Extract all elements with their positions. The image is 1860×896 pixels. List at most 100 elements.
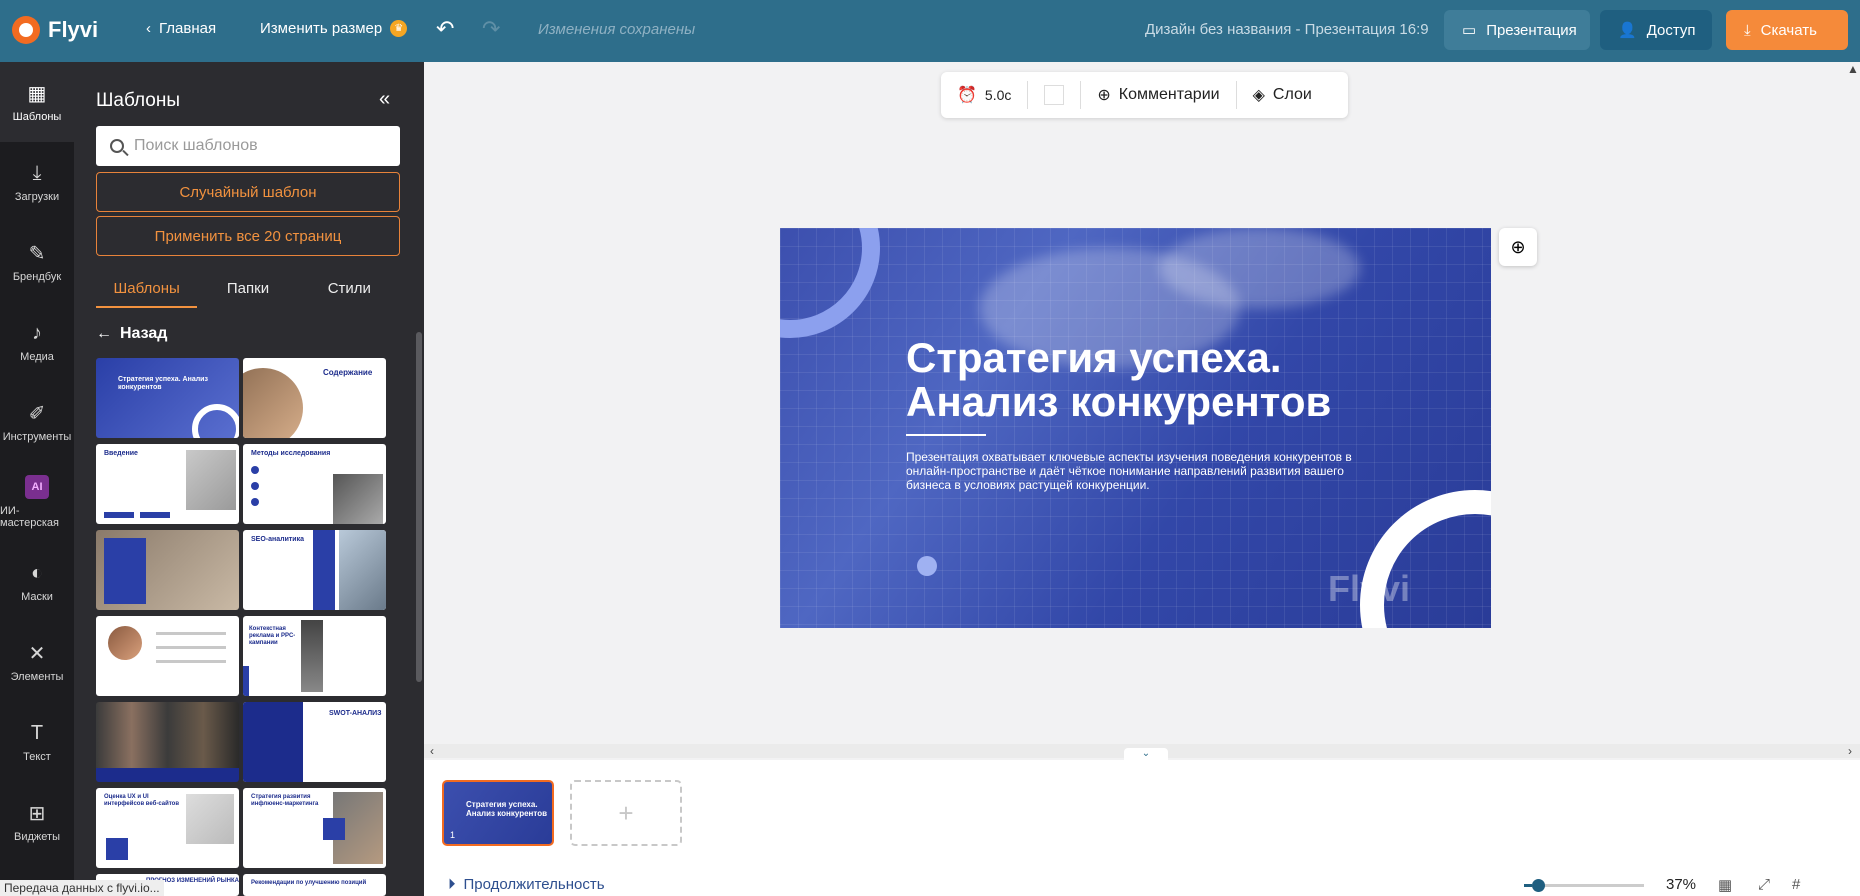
- grid-view-icon[interactable]: ▦: [1718, 876, 1732, 894]
- page-thumbnail[interactable]: Стратегия успеха. Анализ конкурентов 1: [442, 780, 554, 846]
- back-label: Назад: [120, 325, 168, 342]
- rail-item-uploads[interactable]: ⤓ Загрузки: [0, 142, 74, 222]
- arrow-left-icon: ←: [96, 325, 112, 342]
- template-thumb[interactable]: Стратегия успеха. Анализ конкурентов: [96, 358, 239, 438]
- title-divider[interactable]: [906, 434, 986, 436]
- rail-item-templates[interactable]: ▦ Шаблоны: [0, 62, 74, 142]
- zoom-value[interactable]: 37%: [1666, 876, 1696, 893]
- blue-stripe: [313, 530, 335, 610]
- template-thumb[interactable]: [96, 616, 239, 696]
- dot-shape[interactable]: [917, 556, 937, 576]
- template-thumb[interactable]: [96, 702, 239, 782]
- panel-tabs: Шаблоны Папки Стили: [96, 272, 400, 308]
- rail-item-elements[interactable]: ✕ Элементы: [0, 622, 74, 702]
- template-thumb[interactable]: Контекстная реклама и PPC-кампании: [243, 616, 386, 696]
- rail-label: Маски: [21, 591, 53, 603]
- color-swatch: [1044, 85, 1065, 105]
- timer-button[interactable]: ⏰ 5.0с: [941, 81, 1027, 109]
- thumb-title: SEO-аналитика: [251, 536, 305, 543]
- tab-styles[interactable]: Стили: [299, 272, 400, 308]
- comment-plus-icon: ⊕: [1097, 87, 1111, 104]
- slide-title-line1: Стратегия успеха.: [906, 334, 1282, 381]
- template-thumb[interactable]: Содержание: [243, 358, 386, 438]
- top-bar: Flyvi ‹ Главная Изменить размер ♛ ↶ ↷ Из…: [0, 0, 1860, 62]
- rail-label: Текст: [23, 751, 51, 763]
- elements-icon: ✕: [28, 642, 46, 665]
- photo: [186, 794, 234, 844]
- document-name[interactable]: Дизайн без названия - Презентация 16:9: [1145, 21, 1429, 38]
- zoom-slider[interactable]: [1524, 879, 1644, 892]
- templates-panel: Шаблоны « Поиск шаблонов Случайный шабло…: [74, 62, 424, 896]
- bottom-bar: ⏵ Продолжительность 37% ▦ ⤢ #: [424, 876, 1860, 896]
- guides-icon[interactable]: #: [1792, 876, 1800, 893]
- slide-description[interactable]: Презентация охватывает ключевые аспекты …: [906, 450, 1366, 492]
- bullet: [251, 482, 259, 490]
- timer-value: 5.0с: [984, 87, 1012, 103]
- rail-item-media[interactable]: ♪ Медиа: [0, 302, 74, 382]
- tab-templates[interactable]: Шаблоны: [96, 272, 198, 308]
- page-filmstrip: Стратегия успеха. Анализ конкурентов 1 +: [424, 760, 1860, 876]
- template-thumb[interactable]: SWOT-АНАЛИЗ: [243, 702, 386, 782]
- download-button[interactable]: ⤓ Скачать: [1726, 10, 1848, 50]
- rail-item-widgets[interactable]: ⊞ Виджеты: [0, 782, 74, 862]
- apply-all-button[interactable]: Применить все 20 страниц: [96, 216, 400, 256]
- fullscreen-icon[interactable]: ⤢: [1758, 876, 1770, 893]
- scroll-up-icon[interactable]: ▲: [1846, 62, 1860, 76]
- access-button[interactable]: 👤 Доступ: [1600, 10, 1712, 50]
- template-thumb[interactable]: Рекомендации по улучшению позиций: [243, 874, 386, 896]
- panel-scrollbar[interactable]: [416, 332, 422, 682]
- brandbook-icon: ✎: [28, 242, 46, 265]
- slide-canvas[interactable]: Стратегия успеха. Анализ конкурентов Пре…: [780, 228, 1491, 628]
- back-button[interactable]: ← Назад: [96, 325, 167, 343]
- color-button[interactable]: [1027, 81, 1080, 109]
- rail-item-text[interactable]: T Текст: [0, 702, 74, 782]
- tool-rail: ▦ Шаблоны ⤓ Загрузки ✎ Брендбук ♪ Медиа …: [0, 62, 74, 896]
- brand-name: Flyvi: [48, 17, 99, 42]
- template-thumb[interactable]: Оценка UX и UI интерфейсов веб-сайтов: [96, 788, 239, 868]
- redo-icon[interactable]: ↷: [482, 16, 500, 42]
- rail-item-ai[interactable]: AI ИИ-мастерская: [0, 462, 74, 542]
- presentation-button[interactable]: ▭ Презентация: [1444, 10, 1590, 50]
- presentation-icon: ▭: [1462, 22, 1477, 39]
- layers-label: Слои: [1272, 86, 1312, 103]
- duration-button[interactable]: ⏵ Продолжительность: [448, 876, 605, 893]
- comments-button[interactable]: ⊕ Комментарии: [1080, 81, 1235, 109]
- template-thumb[interactable]: Введение: [96, 444, 239, 524]
- template-thumb[interactable]: SEO-аналитика: [243, 530, 386, 610]
- add-page-button[interactable]: +: [570, 780, 682, 846]
- thumb-title: Содержание: [323, 368, 373, 377]
- presentation-label: Презентация: [1486, 21, 1577, 39]
- undo-icon[interactable]: ↶: [436, 16, 454, 42]
- text-line: [156, 632, 226, 635]
- vertical-scrollbar[interactable]: ▲: [1846, 62, 1860, 744]
- template-thumb[interactable]: Стратегия развития инфлюенс-маркетинга: [243, 788, 386, 868]
- resize-button[interactable]: Изменить размер ♛: [260, 20, 408, 37]
- users-icon: 👤: [1618, 22, 1637, 39]
- thumb-title: Стратегия успеха. Анализ конкурентов: [118, 376, 208, 391]
- template-thumb[interactable]: Методы исследования: [243, 444, 386, 524]
- random-template-button[interactable]: Случайный шаблон: [96, 172, 400, 212]
- status-line: Передача данных с flyvi.io...: [0, 880, 164, 896]
- rail-label: Элементы: [10, 671, 64, 683]
- collapse-icon[interactable]: «: [379, 88, 390, 111]
- ai-icon: AI: [25, 475, 49, 499]
- brand-logo[interactable]: Flyvi: [12, 16, 98, 44]
- search-input[interactable]: Поиск шаблонов: [96, 126, 400, 166]
- tab-folders[interactable]: Папки: [197, 272, 298, 308]
- thumb-title: Рекомендации по улучшению позиций: [251, 880, 367, 886]
- scroll-right-icon[interactable]: ›: [1848, 744, 1852, 758]
- template-thumb[interactable]: [96, 530, 239, 610]
- bullet: [251, 466, 259, 474]
- rail-label: Шаблоны: [12, 111, 62, 123]
- layers-button[interactable]: ◈ Слои: [1235, 81, 1328, 109]
- add-comment-button[interactable]: ⊕: [1499, 228, 1537, 266]
- home-link[interactable]: ‹ Главная: [146, 20, 216, 37]
- rail-item-brandbook[interactable]: ✎ Брендбук: [0, 222, 74, 302]
- search-icon: [110, 139, 124, 153]
- scroll-left-icon[interactable]: ‹: [430, 744, 434, 758]
- rail-item-tools[interactable]: ✐ Инструменты: [0, 382, 74, 462]
- slide-title-line2: Анализ конкурентов: [906, 378, 1332, 425]
- slide-title[interactable]: Стратегия успеха. Анализ конкурентов: [906, 336, 1466, 424]
- rail-item-masks[interactable]: ◐ Маски: [0, 542, 74, 622]
- zoom-knob[interactable]: [1532, 879, 1545, 892]
